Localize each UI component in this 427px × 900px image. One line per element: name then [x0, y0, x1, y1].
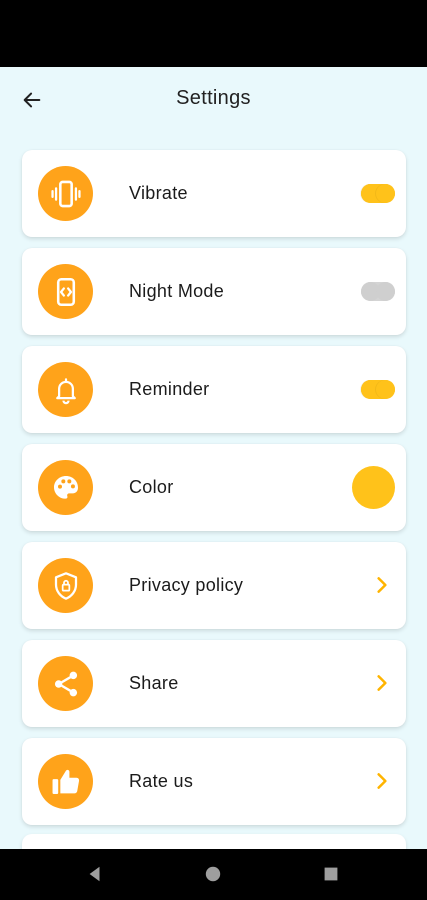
toggle-knob — [376, 184, 395, 203]
share-icon — [38, 656, 93, 711]
chevron-right-icon[interactable] — [372, 771, 392, 791]
reminder-toggle[interactable] — [361, 380, 395, 399]
status-bar — [0, 0, 427, 67]
nav-back-button[interactable] — [83, 862, 107, 886]
setting-reminder[interactable]: Reminder — [22, 346, 406, 433]
setting-label: Reminder — [129, 379, 210, 399]
nav-recents-button[interactable] — [319, 862, 343, 886]
vibrate-phone-icon — [38, 166, 93, 221]
toggle-track-knob — [376, 282, 395, 301]
vibrate-toggle[interactable] — [361, 184, 395, 203]
page-title: Settings — [176, 87, 251, 109]
chevron-right-icon[interactable] — [372, 673, 392, 693]
night-mode-toggle[interactable] — [361, 282, 395, 301]
setting-label: Share — [129, 673, 179, 693]
nav-home-button[interactable] — [201, 862, 225, 886]
setting-vibrate[interactable]: Vibrate — [22, 150, 406, 237]
palette-icon — [38, 460, 93, 515]
nav-recents-icon — [324, 867, 338, 881]
night-mode-phone-icon — [38, 264, 93, 319]
setting-night-mode[interactable]: Night Mode — [22, 248, 406, 335]
bell-icon — [38, 362, 93, 417]
setting-label: Rate us — [129, 771, 194, 791]
setting-share[interactable]: Share — [22, 640, 406, 727]
chevron-right-icon[interactable] — [372, 575, 392, 595]
setting-label: Vibrate — [129, 183, 188, 203]
setting-label: Privacy policy — [129, 575, 244, 595]
thumbs-up-icon — [38, 754, 93, 809]
navigation-bar — [0, 849, 427, 900]
settings-list: Vibrate Night Mode Reminder Color Privac… — [22, 150, 406, 836]
setting-color[interactable]: Color — [22, 444, 406, 531]
shield-icon — [38, 558, 93, 613]
setting-rate-us[interactable]: Rate us — [22, 738, 406, 825]
header: Settings — [0, 67, 427, 137]
color-swatch[interactable] — [352, 466, 395, 509]
setting-label: Color — [129, 477, 174, 497]
toggle-knob — [376, 380, 395, 399]
setting-label: Night Mode — [129, 281, 225, 301]
nav-back-icon — [89, 866, 100, 882]
nav-home-icon — [205, 866, 221, 882]
setting-privacy-policy[interactable]: Privacy policy — [22, 542, 406, 629]
